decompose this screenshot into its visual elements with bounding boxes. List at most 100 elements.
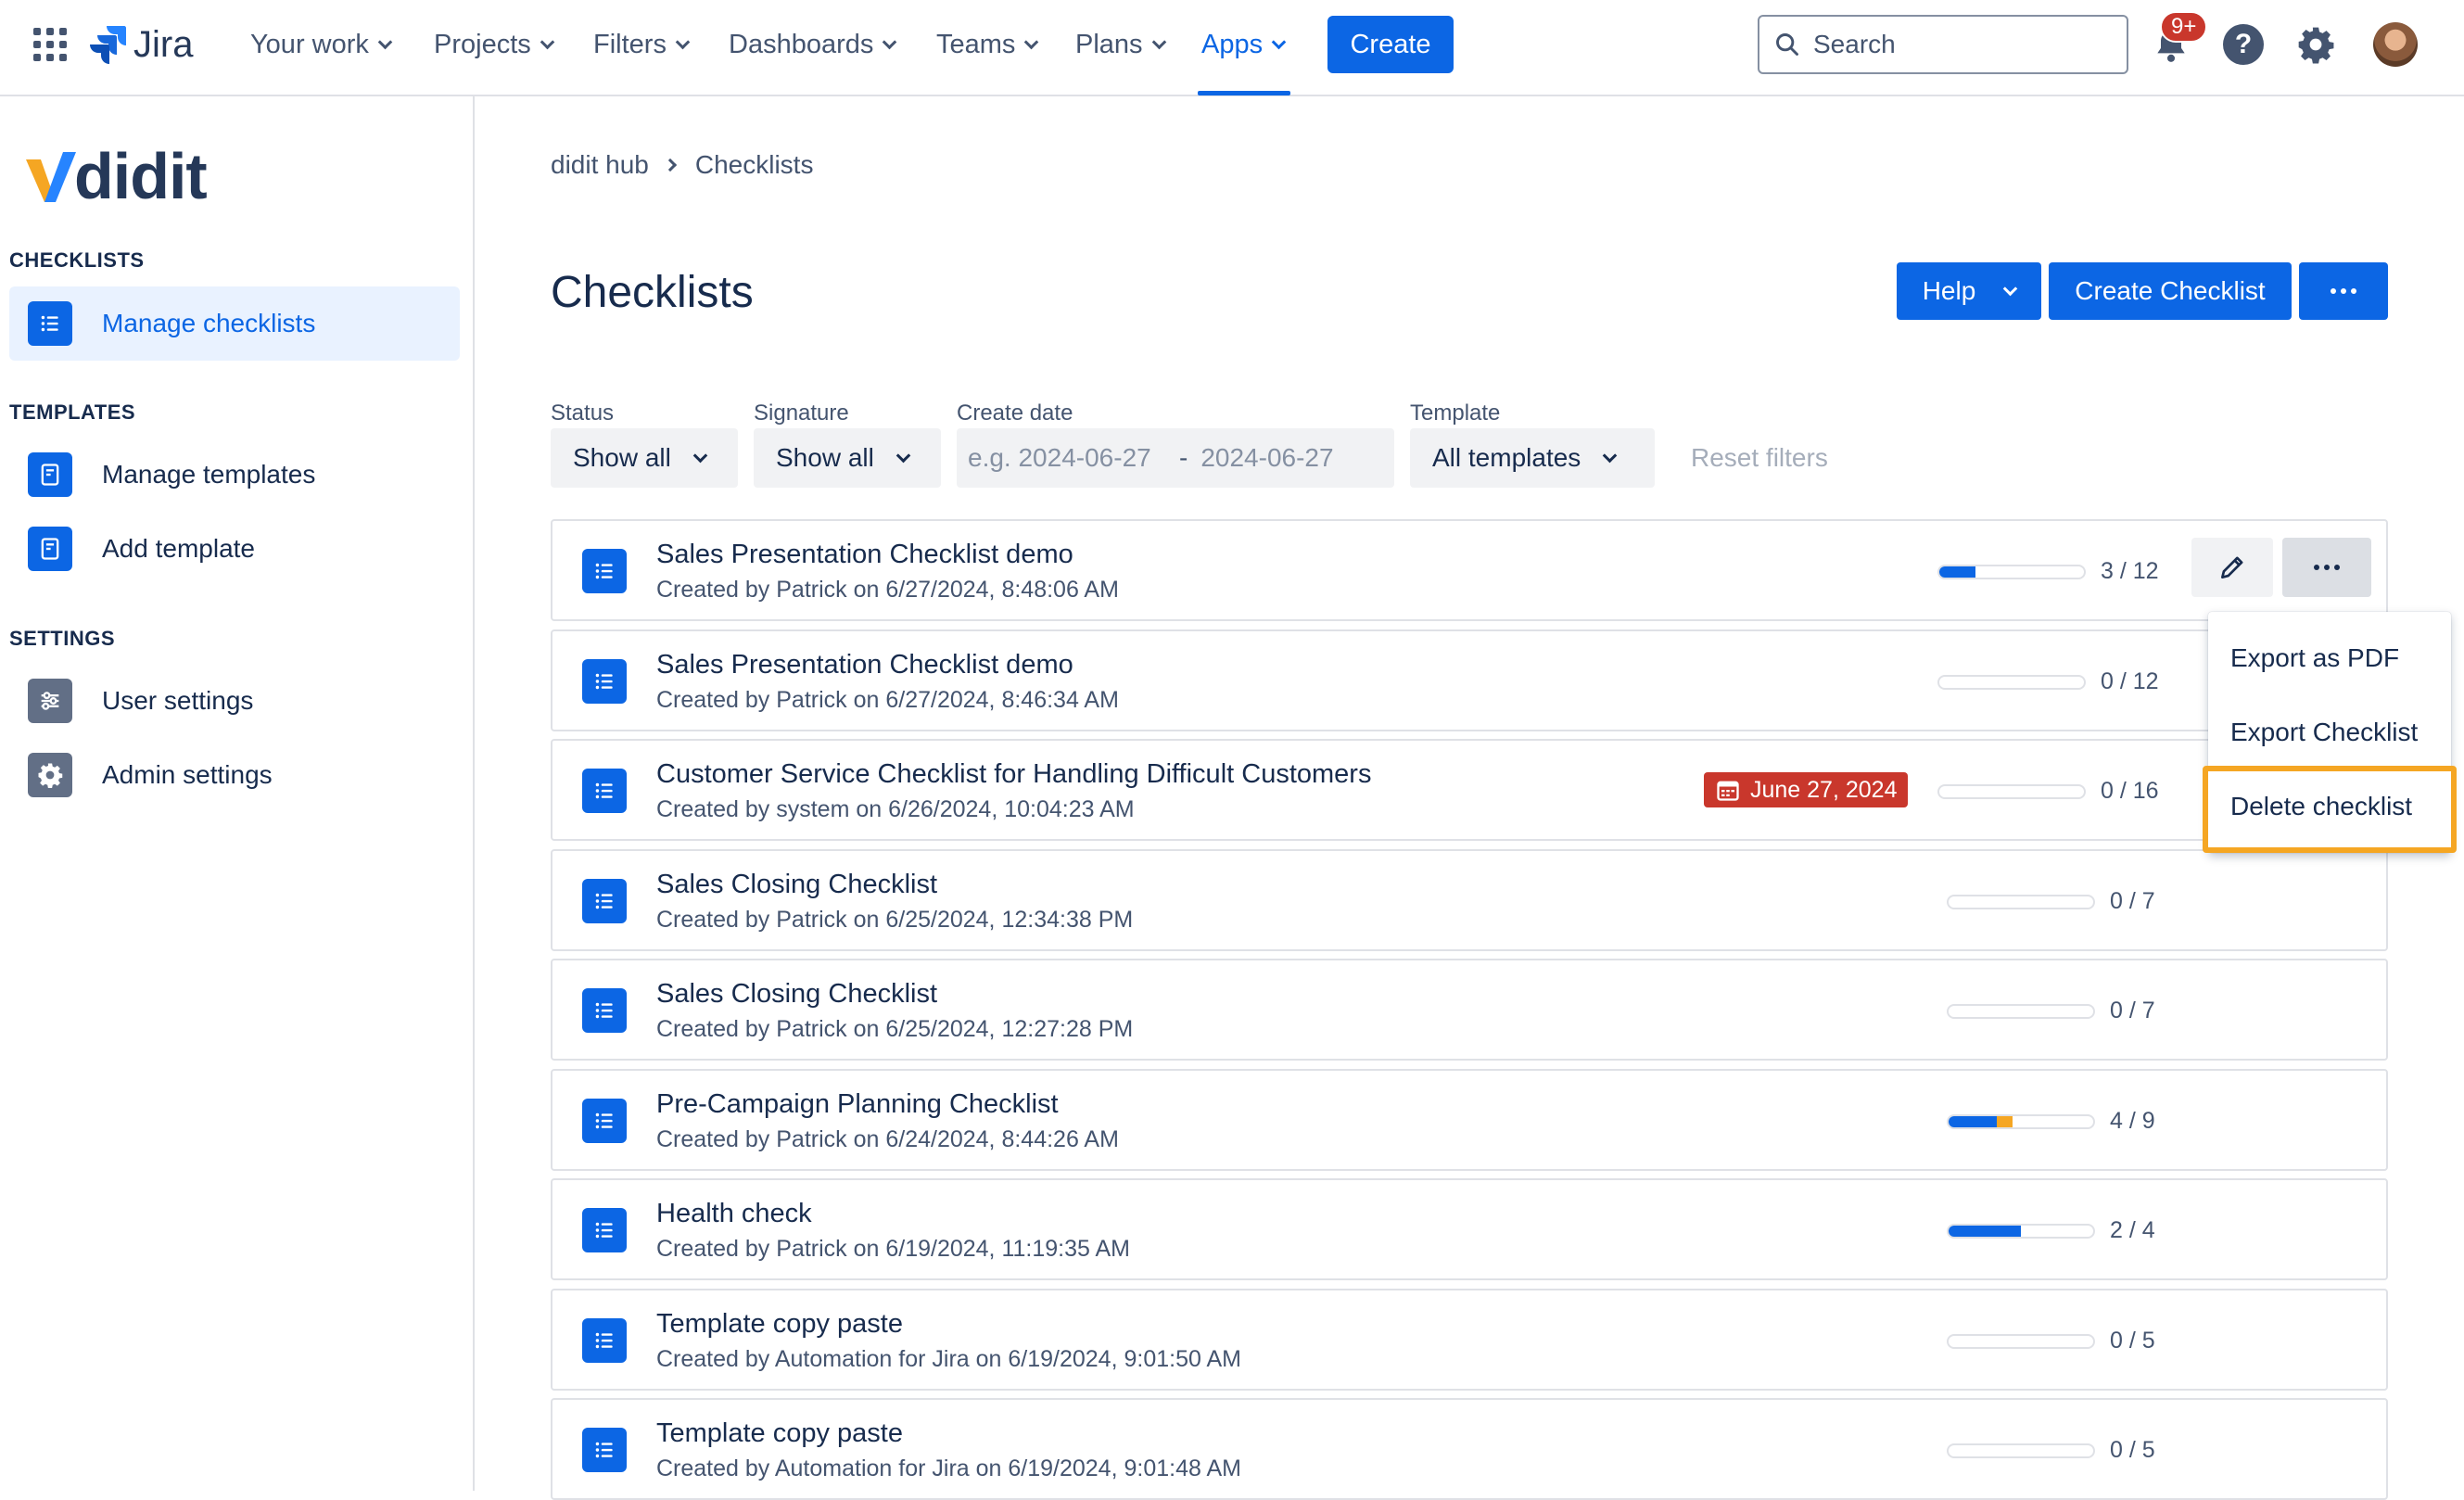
nav-label: Your work (250, 29, 369, 59)
edit-checklist-button[interactable] (2191, 538, 2273, 597)
checklist-title[interactable]: Customer Service Checklist for Handling … (656, 759, 1371, 790)
checklist-title[interactable]: Pre-Campaign Planning Checklist (656, 1089, 1059, 1120)
row-more-actions-button[interactable] (2282, 538, 2371, 597)
checklist-row[interactable]: Sales Closing Checklist Created by Patric… (551, 959, 2388, 1061)
section-heading-settings: SETTINGS (9, 627, 116, 650)
breadcrumb-item-checklists[interactable]: Checklists (695, 150, 814, 180)
create-checklist-button[interactable]: Create Checklist (2049, 262, 2292, 320)
progress-bar (1947, 1224, 2095, 1239)
help-button[interactable]: Help (1897, 262, 2041, 320)
list-icon (28, 301, 72, 346)
chevron-down-icon (692, 448, 708, 463)
due-date-badge: June 27, 2024 (1704, 772, 1909, 807)
nav-label: Apps (1201, 29, 1264, 59)
checklist-created-info: Created by Patrick on 6/24/2024, 8:44:26… (656, 1126, 1119, 1152)
menu-item-export-pdf[interactable]: Export as PDF (2230, 643, 2399, 673)
help-icon[interactable]: ? (2223, 24, 2264, 65)
chevron-down-icon (895, 448, 911, 463)
active-nav-indicator (1198, 91, 1290, 95)
progress-fill-partial (1997, 1116, 2013, 1127)
filter-label-status: Status (551, 400, 615, 426)
more-icon (2331, 288, 2356, 294)
nav-label: Filters (593, 29, 667, 59)
checklist-row[interactable]: Health check Created by Patrick on 6/19/2… (551, 1178, 2388, 1280)
nav-your-work[interactable]: Your work (250, 24, 393, 65)
user-avatar[interactable] (2373, 22, 2418, 67)
nav-plans[interactable]: Plans (1075, 24, 1166, 65)
checklist-row[interactable]: Pre-Campaign Planning Checklist Created b… (551, 1069, 2388, 1171)
checklist-row[interactable]: Sales Presentation Checklist demo Created… (551, 519, 2388, 621)
nav-apps[interactable]: Apps (1201, 24, 1287, 65)
checklist-row[interactable]: Customer Service Checklist for Handling … (551, 739, 2388, 841)
jira-logo[interactable]: Jira (89, 20, 193, 69)
template-filter-select[interactable]: All templates (1410, 428, 1655, 488)
nav-projects[interactable]: Projects (434, 24, 555, 65)
checklist-created-info: Created by Automation for Jira on 6/19/2… (656, 1456, 1241, 1481)
more-icon (2314, 565, 2340, 570)
checklist-row[interactable]: Template copy paste Created by Automation… (551, 1289, 2388, 1391)
progress-count: 0 / 5 (2110, 1328, 2155, 1354)
sidebar-item-user-settings[interactable]: User settings (9, 664, 460, 738)
chevron-down-icon (1024, 34, 1039, 49)
breadcrumb-item-didit-hub[interactable]: didit hub (551, 150, 649, 180)
date-from-input[interactable]: e.g. 2024-06-27 (968, 443, 1179, 473)
sidebar-item-label: Add template (102, 534, 255, 563)
sidebar-item-label: Admin settings (102, 760, 273, 789)
progress-count: 0 / 16 (2101, 778, 2159, 804)
checklist-title[interactable]: Template copy paste (656, 1309, 903, 1340)
chevron-down-icon (2003, 281, 2018, 296)
pencil-icon (2221, 556, 2243, 578)
search-input[interactable]: Search (1758, 15, 2128, 74)
settings-gear-icon[interactable] (2295, 24, 2336, 65)
sidebar-item-label: Manage checklists (102, 309, 316, 337)
nav-teams[interactable]: Teams (936, 24, 1039, 65)
app-switcher-icon[interactable] (33, 28, 67, 61)
progress-bar (1947, 1004, 2095, 1019)
sidebar-item-admin-settings[interactable]: Admin settings (9, 738, 460, 812)
nav-dashboards[interactable]: Dashboards (729, 24, 897, 65)
create-button[interactable]: Create (1327, 16, 1454, 73)
checklist-icon (582, 1099, 627, 1143)
chevron-down-icon (1271, 34, 1287, 49)
jira-logo-icon (90, 26, 126, 64)
more-actions-button[interactable] (2299, 262, 2388, 320)
checklist-title[interactable]: Sales Closing Checklist (656, 979, 937, 1010)
sliders-icon (28, 679, 72, 723)
sidebar: didit CHECKLISTS Manage checklists TEMPL… (0, 96, 475, 1491)
section-heading-checklists: CHECKLISTS (9, 248, 145, 272)
nav-label: Projects (434, 29, 531, 59)
date-to-input[interactable]: 2024-06-27 (1200, 443, 1333, 473)
checklist-title[interactable]: Sales Presentation Checklist demo (656, 650, 1073, 680)
checklist-title[interactable]: Sales Closing Checklist (656, 870, 937, 900)
checklist-icon (582, 1318, 627, 1363)
checklist-row[interactable]: Sales Closing Checklist Created by Patric… (551, 849, 2388, 951)
chevron-down-icon (540, 34, 555, 49)
checklist-icon (582, 659, 627, 704)
chevron-down-icon (1603, 448, 1618, 463)
status-filter-select[interactable]: Show all (551, 428, 738, 488)
progress-fill-done (1949, 1116, 1997, 1127)
sidebar-item-add-template[interactable]: Add template (9, 512, 460, 586)
sidebar-item-label: Manage templates (102, 460, 316, 489)
progress-count: 0 / 7 (2110, 998, 2155, 1023)
checklist-row[interactable]: Template copy paste Created by Automation… (551, 1398, 2388, 1500)
nav-filters[interactable]: Filters (593, 24, 691, 65)
didit-logo[interactable]: didit (24, 144, 208, 209)
due-date-text: June 27, 2024 (1750, 776, 1898, 803)
date-separator: - (1179, 443, 1188, 472)
checklist-row[interactable]: Sales Presentation Checklist demo Created… (551, 629, 2388, 731)
chevron-down-icon (883, 34, 897, 49)
sidebar-item-manage-templates[interactable]: Manage templates (9, 438, 460, 512)
checklist-title[interactable]: Sales Presentation Checklist demo (656, 540, 1073, 570)
document-icon (28, 452, 72, 497)
checklist-title[interactable]: Template copy paste (656, 1418, 903, 1449)
menu-item-export-checklist[interactable]: Export Checklist (2230, 718, 2418, 747)
filter-label-create-date: Create date (957, 400, 1073, 426)
checklist-icon (582, 988, 627, 1033)
top-navigation: Jira Your work Projects Filters Dashboar… (0, 0, 2464, 96)
checklist-title[interactable]: Health check (656, 1199, 812, 1229)
progress-fill-done (1939, 566, 1975, 578)
reset-filters-link[interactable]: Reset filters (1691, 443, 1828, 473)
sidebar-item-manage-checklists[interactable]: Manage checklists (9, 286, 460, 361)
signature-filter-select[interactable]: Show all (754, 428, 941, 488)
